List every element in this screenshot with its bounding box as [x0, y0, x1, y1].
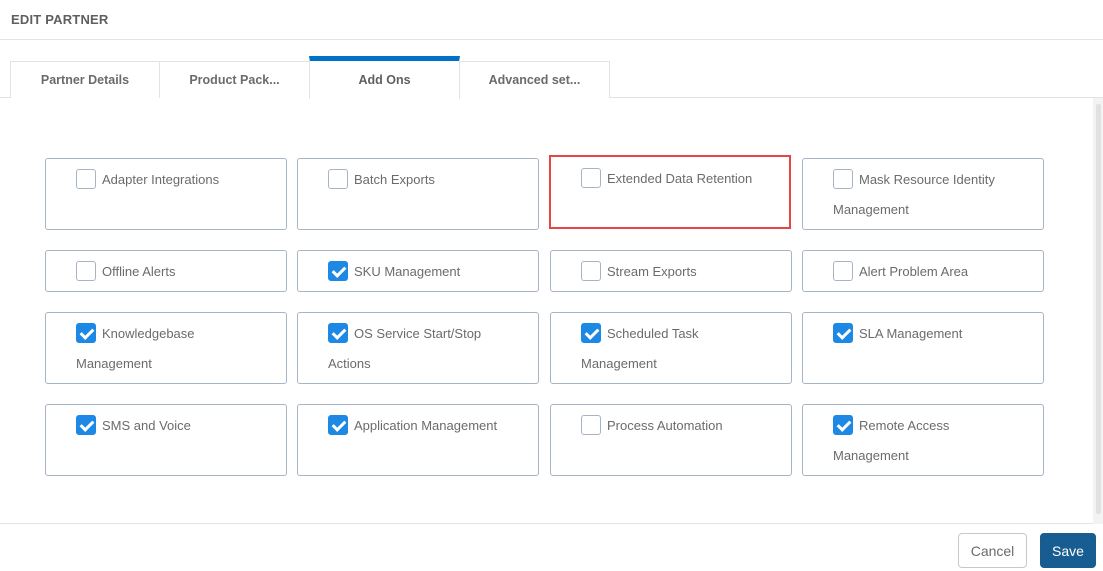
- addon-label-text-continued: Management: [833, 202, 909, 217]
- addon-label-text-continued: Management: [833, 448, 909, 463]
- tab-product-packages[interactable]: Product Pack...: [159, 61, 310, 98]
- addon-label: Batch Exports: [328, 165, 530, 195]
- addon-label: Remote Access Management: [833, 411, 1035, 471]
- scrollbar-thumb[interactable]: [1096, 104, 1101, 514]
- addon-label: Process Automation: [581, 411, 783, 441]
- tab-bar: Partner Details Product Pack... Add Ons …: [0, 56, 1103, 99]
- addon-label: Extended Data Retention: [581, 164, 781, 194]
- addon-label: OS Service Start/Stop Actions: [328, 319, 530, 379]
- addon-card[interactable]: Knowledgebase Management: [45, 312, 287, 384]
- dialog-header: EDIT PARTNER: [0, 0, 1103, 40]
- checkbox-unchecked[interactable]: [833, 169, 853, 189]
- addon-label-text: SMS and Voice: [102, 418, 191, 433]
- addon-label: SKU Management: [328, 257, 530, 287]
- addon-card[interactable]: OS Service Start/Stop Actions: [297, 312, 539, 384]
- addon-card[interactable]: SMS and Voice: [45, 404, 287, 476]
- checkbox-checked[interactable]: [833, 415, 853, 435]
- cancel-button[interactable]: Cancel: [958, 533, 1027, 568]
- tab-add-ons[interactable]: Add Ons: [309, 56, 460, 99]
- addon-label-text: Offline Alerts: [102, 264, 176, 279]
- addon-card[interactable]: Offline Alerts: [45, 250, 287, 292]
- checkbox-unchecked[interactable]: [581, 415, 601, 435]
- addon-card[interactable]: Adapter Integrations: [45, 158, 287, 230]
- checkbox-checked[interactable]: [76, 323, 96, 343]
- addon-label-text: Mask Resource Identity: [859, 172, 995, 187]
- addon-label-text: Application Management: [354, 418, 498, 433]
- addon-label: Alert Problem Area: [833, 257, 1035, 287]
- addon-label-text-continued: Management: [581, 356, 657, 371]
- tab-partner-details[interactable]: Partner Details: [10, 61, 160, 98]
- addon-label: Application Management: [328, 411, 530, 441]
- addon-card[interactable]: Remote Access Management: [802, 404, 1044, 476]
- addon-label-text: Batch Exports: [354, 172, 435, 187]
- addon-label-text: Process Automation: [607, 418, 723, 433]
- addon-label-text: Remote Access: [859, 418, 950, 433]
- addon-label: Scheduled Task Management: [581, 319, 783, 379]
- addon-label-text: Stream Exports: [607, 264, 697, 279]
- addon-card[interactable]: Process Automation: [550, 404, 792, 476]
- checkbox-checked[interactable]: [581, 323, 601, 343]
- save-button[interactable]: Save: [1040, 533, 1096, 568]
- addon-label-text-continued: Actions: [328, 356, 371, 371]
- addon-label: Stream Exports: [581, 257, 783, 287]
- addon-label: Offline Alerts: [76, 257, 278, 287]
- checkbox-unchecked[interactable]: [581, 261, 601, 281]
- addon-card[interactable]: Alert Problem Area: [802, 250, 1044, 292]
- addon-card[interactable]: Application Management: [297, 404, 539, 476]
- checkbox-unchecked[interactable]: [76, 261, 96, 281]
- addon-card[interactable]: Extended Data Retention: [549, 155, 791, 229]
- addon-card[interactable]: Stream Exports: [550, 250, 792, 292]
- addon-label-text: SLA Management: [859, 326, 963, 341]
- addon-label-text: Knowledgebase: [102, 326, 195, 341]
- addon-card[interactable]: Batch Exports: [297, 158, 539, 230]
- addon-label: SLA Management: [833, 319, 1035, 349]
- addon-label-text: Extended Data Retention: [607, 171, 753, 186]
- checkbox-checked[interactable]: [833, 323, 853, 343]
- addon-card[interactable]: Mask Resource Identity Management: [802, 158, 1044, 230]
- addon-label-text-continued: Management: [76, 356, 152, 371]
- addon-label-text: Scheduled Task: [607, 326, 699, 341]
- addon-label-text: SKU Management: [354, 264, 461, 279]
- addon-label: Mask Resource Identity Management: [833, 165, 1035, 225]
- tab-advanced-settings[interactable]: Advanced set...: [459, 61, 610, 98]
- addon-card[interactable]: Scheduled Task Management: [550, 312, 792, 384]
- dialog-footer: Cancel Save: [0, 525, 1103, 571]
- checkbox-unchecked[interactable]: [328, 169, 348, 189]
- addon-label-text: Adapter Integrations: [102, 172, 220, 187]
- checkbox-checked[interactable]: [328, 415, 348, 435]
- checkbox-checked[interactable]: [328, 323, 348, 343]
- addon-card[interactable]: SLA Management: [802, 312, 1044, 384]
- checkbox-checked[interactable]: [328, 261, 348, 281]
- vertical-scrollbar[interactable]: [1093, 98, 1103, 524]
- dialog-title: EDIT PARTNER: [11, 12, 109, 27]
- checkbox-unchecked[interactable]: [833, 261, 853, 281]
- checkbox-unchecked[interactable]: [581, 168, 601, 188]
- addon-label-text: Alert Problem Area: [859, 264, 969, 279]
- checkbox-unchecked[interactable]: [76, 169, 96, 189]
- addon-label: Knowledgebase Management: [76, 319, 278, 379]
- add-ons-panel: Adapter Integrations Batch Exports Extende…: [0, 98, 1103, 524]
- checkbox-checked[interactable]: [76, 415, 96, 435]
- addon-card[interactable]: SKU Management: [297, 250, 539, 292]
- addon-label-text: OS Service Start/Stop: [354, 326, 482, 341]
- addon-label: Adapter Integrations: [76, 165, 278, 195]
- addon-label: SMS and Voice: [76, 411, 278, 441]
